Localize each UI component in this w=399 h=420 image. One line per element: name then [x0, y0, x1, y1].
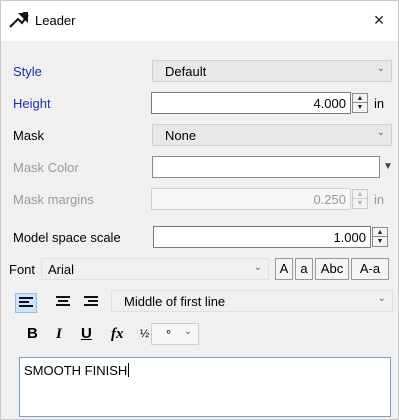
model-space-scale-label: Model space scale — [13, 230, 121, 245]
chevron-down-icon: ⌄ — [376, 127, 385, 138]
chevron-down-icon: ⌄ — [183, 326, 192, 337]
fraction-button[interactable]: ½ — [140, 321, 149, 347]
align-right-icon — [84, 296, 98, 306]
height-label: Height — [13, 96, 51, 111]
align-center-button[interactable] — [53, 293, 75, 313]
model-space-scale-stepper[interactable]: ▲ ▼ — [372, 227, 388, 247]
mask-color-label: Mask Color — [13, 160, 79, 175]
font-value: Arial — [48, 262, 75, 277]
align-left-icon — [19, 297, 33, 307]
style-value: Default — [165, 64, 207, 79]
bold-button[interactable]: B — [27, 321, 38, 347]
font-label: Font — [9, 262, 36, 277]
spin-down-icon[interactable]: ▼ — [353, 103, 367, 112]
style-dropdown[interactable]: Default ⌄ — [152, 60, 392, 82]
mask-margins-input[interactable]: 0.250 — [151, 188, 351, 210]
leader-text-area[interactable]: SMOOTH FINISH — [19, 357, 391, 417]
spin-up-icon[interactable]: ▲ — [353, 94, 367, 103]
mask-dropdown[interactable]: None ⌄ — [152, 124, 392, 146]
italic-button[interactable]: I — [56, 321, 62, 347]
model-space-scale-row: Model space scale 1.000 ▲ ▼ — [1, 226, 398, 250]
function-button[interactable]: fx — [111, 321, 124, 347]
height-unit: in — [374, 96, 385, 111]
lowercase-button[interactable]: a — [295, 258, 313, 280]
font-dropdown[interactable]: Arial ⌄ — [41, 258, 269, 280]
height-value: 4.000 — [313, 96, 346, 111]
mask-row: Mask None ⌄ — [1, 124, 398, 148]
chevron-down-icon: ⌄ — [376, 63, 385, 74]
style-row: Style Default ⌄ — [1, 60, 398, 84]
sentence-case-button[interactable]: A-a — [351, 258, 389, 280]
align-left-button[interactable] — [15, 293, 37, 313]
symbol-value: ° — [166, 327, 172, 342]
spin-up-icon[interactable]: ▲ — [373, 228, 387, 237]
mask-margins-value: 0.250 — [313, 192, 346, 207]
spin-down-icon[interactable]: ▼ — [373, 237, 387, 246]
chevron-down-icon: ⌄ — [253, 262, 262, 273]
vertical-alignment-value: Middle of first line — [124, 294, 226, 309]
leader-text-value: SMOOTH FINISH — [24, 363, 128, 378]
mask-color-row: Mask Color ▼ — [1, 156, 398, 180]
leader-text: SMOOTH FINISH — [24, 363, 130, 378]
leader-dialog: Leader × Style Default ⌄ Height 4.000 ▲ … — [0, 0, 399, 420]
height-row: Height 4.000 ▲ ▼ in — [1, 92, 398, 116]
mask-margins-label: Mask margins — [13, 192, 94, 207]
underline-button[interactable]: U — [81, 321, 92, 347]
close-button[interactable]: × — [366, 7, 392, 33]
leader-arrow-icon — [9, 11, 29, 29]
title-bar: Leader × — [1, 1, 398, 41]
chevron-down-icon[interactable]: ▼ — [383, 161, 393, 172]
align-right-button[interactable] — [81, 293, 103, 313]
spin-down-icon[interactable]: ▼ — [353, 199, 367, 208]
vertical-alignment-dropdown[interactable]: Middle of first line ⌄ — [111, 290, 393, 312]
titlecase-button[interactable]: Abc — [315, 258, 349, 280]
mask-label: Mask — [13, 128, 45, 143]
window-title: Leader — [35, 13, 76, 28]
mask-margins-unit: in — [374, 192, 385, 207]
close-icon: × — [373, 10, 385, 30]
model-space-scale-value: 1.000 — [333, 230, 366, 245]
mask-value: None — [165, 128, 197, 143]
model-space-scale-input[interactable]: 1.000 — [153, 226, 371, 248]
uppercase-button[interactable]: A — [275, 258, 293, 280]
mask-margins-stepper[interactable]: ▲ ▼ — [352, 189, 368, 209]
height-stepper[interactable]: ▲ ▼ — [352, 93, 368, 113]
style-label: Style — [13, 64, 42, 79]
symbol-dropdown[interactable]: ° ⌄ — [151, 323, 199, 345]
align-center-icon — [56, 296, 70, 306]
spin-up-icon[interactable]: ▲ — [353, 190, 367, 199]
height-input[interactable]: 4.000 — [151, 92, 351, 114]
mask-color-swatch[interactable] — [152, 156, 380, 178]
text-caret — [128, 363, 130, 377]
mask-margins-row: Mask margins 0.250 ▲ ▼ in — [1, 188, 398, 212]
chevron-down-icon: ⌄ — [377, 293, 386, 304]
